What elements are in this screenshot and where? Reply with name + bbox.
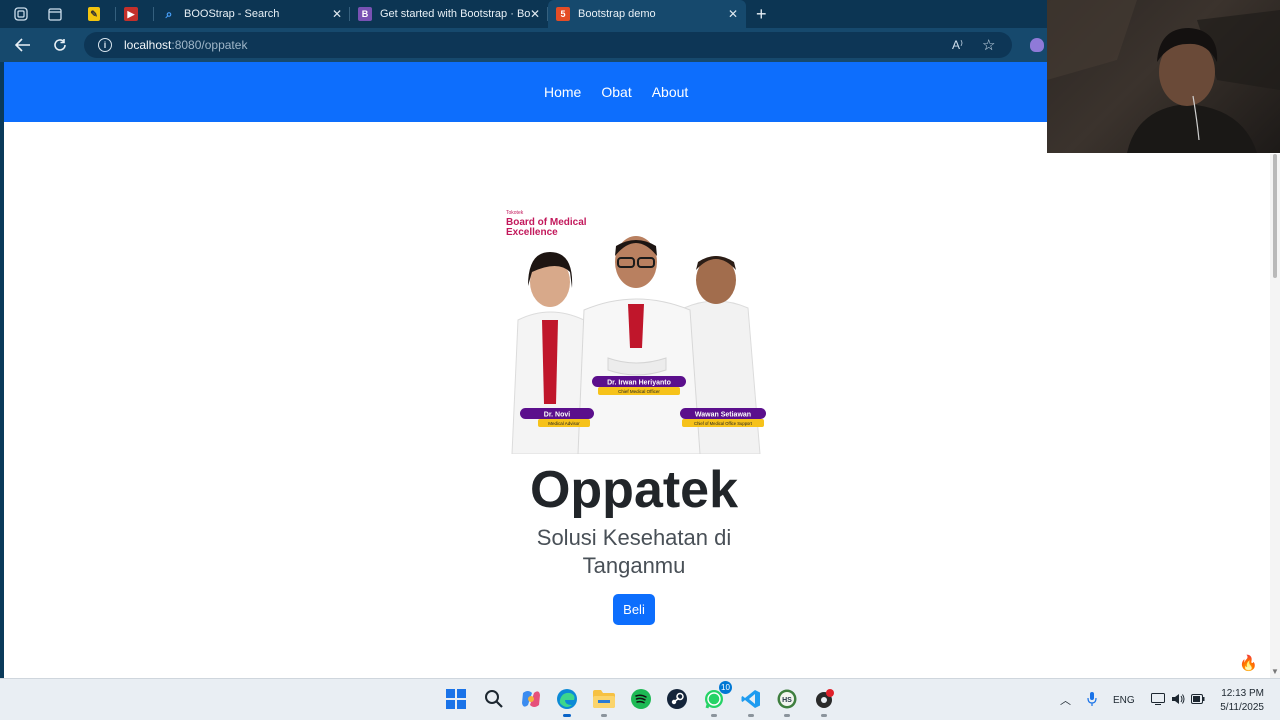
vertical-scrollbar[interactable]: ▼ — [1270, 154, 1280, 678]
address-url[interactable]: localhost:8080/oppatek — [124, 38, 247, 52]
arrow-left-icon — [15, 38, 30, 52]
battery-icon[interactable] — [1190, 693, 1205, 707]
search-icon[interactable] — [482, 687, 506, 711]
search-icon: ⌕ — [165, 6, 173, 21]
flame-icon[interactable]: 🔥 — [1239, 654, 1258, 672]
buy-button[interactable]: Beli — [613, 594, 655, 625]
image-brand-title-2: Excellence — [506, 227, 558, 238]
webcam-person-image — [1047, 0, 1280, 153]
svg-text:Dr. Irwan Heriyanto: Dr. Irwan Heriyanto — [607, 380, 671, 387]
clock[interactable]: 12:13 PM 5/11/2025 — [1220, 687, 1264, 715]
hero-image: Tokotek Board of Medical Excellence Dr. … — [506, 210, 766, 454]
start-icon[interactable] — [444, 687, 468, 711]
file-explorer-icon[interactable] — [592, 687, 616, 717]
badge-dr-irwan: Dr. Irwan Heriyanto Chief Medical Office… — [592, 376, 686, 395]
favorite-star-icon[interactable]: ☆ — [982, 36, 995, 54]
steam-icon[interactable] — [665, 687, 689, 711]
vscode-icon[interactable] — [739, 687, 763, 717]
system-tray: ︿ ENG — [1060, 679, 1205, 720]
bootstrap-icon: B — [358, 7, 372, 21]
tab-title: Get started with Bootstrap · Bootstrap — [380, 8, 530, 20]
notification-count-badge: 10 — [719, 681, 732, 694]
nav-links: Home Obat About — [544, 62, 708, 122]
workspaces-icon[interactable] — [10, 3, 32, 25]
whatsapp-icon[interactable]: 10 — [702, 681, 732, 717]
nav-link-home[interactable]: Home — [544, 84, 581, 100]
back-button[interactable] — [9, 31, 37, 59]
volume-icon[interactable] — [1171, 693, 1185, 708]
edge-icon[interactable] — [555, 687, 579, 717]
tab-actions-icon[interactable] — [44, 3, 66, 25]
taskbar: 10 HS ︿ ENG 12:13 PM 5/11/2025 — [0, 678, 1280, 720]
microphone-icon[interactable] — [1087, 691, 1097, 709]
badge-wawan: Wawan Setiawan Chief of Medical Office S… — [680, 408, 766, 427]
refresh-icon — [54, 39, 66, 51]
html5-icon: 5 — [556, 7, 570, 21]
image-brand-small: Tokotek — [506, 210, 524, 216]
youtube-icon: ▶ — [124, 7, 138, 21]
spotify-icon[interactable] — [629, 687, 653, 711]
tab-bootstrap-demo[interactable]: 5 Bootstrap demo ✕ — [548, 0, 746, 28]
scroll-thumb[interactable] — [1273, 154, 1277, 278]
svg-text:Chief of Medical Office Suppor: Chief of Medical Office Support — [694, 421, 753, 426]
person-center — [577, 236, 701, 454]
svg-text:Chief Medical Officer: Chief Medical Officer — [618, 389, 660, 394]
network-icon[interactable] — [1150, 692, 1165, 708]
clock-date: 5/11/2025 — [1220, 702, 1264, 713]
close-icon[interactable]: ✕ — [332, 7, 342, 21]
tab-search[interactable]: ⌕ BOOStrap - Search ✕ — [154, 0, 350, 28]
read-aloud-icon[interactable]: A⁾ — [952, 38, 963, 52]
refresh-button[interactable] — [46, 31, 74, 59]
hs-app-icon[interactable]: HS — [775, 687, 799, 717]
tab-pinned-1[interactable]: ✎ — [80, 0, 116, 28]
tab-title: BOOStrap - Search — [184, 8, 280, 20]
page-viewport: Home Obat About Tokotek Board of Medical… — [4, 62, 1280, 678]
svg-text:HS: HS — [782, 697, 792, 704]
info-icon[interactable]: i — [98, 38, 112, 52]
chevron-up-icon[interactable]: ︿ — [1060, 692, 1071, 708]
extension-icon[interactable] — [1030, 38, 1044, 52]
nav-link-obat[interactable]: Obat — [601, 84, 631, 100]
address-bar[interactable]: i localhost:8080/oppatek A⁾ ☆ — [84, 32, 1012, 58]
tab-bootstrap-docs[interactable]: B Get started with Bootstrap · Bootstrap… — [350, 0, 548, 28]
svg-text:Wawan Setiawan: Wawan Setiawan — [695, 412, 751, 419]
webcam-overlay — [1047, 0, 1280, 153]
tab-pinned-2[interactable]: ▶ — [116, 0, 154, 28]
nav-link-about[interactable]: About — [652, 84, 689, 100]
scroll-down-icon[interactable]: ▼ — [1271, 667, 1279, 676]
notification-app-icon[interactable] — [812, 687, 836, 717]
hero-title: Oppatek — [529, 461, 739, 519]
tab-title: Bootstrap demo — [578, 8, 656, 20]
new-tab-button[interactable]: + — [756, 4, 767, 25]
language-indicator[interactable]: ENG — [1113, 695, 1135, 706]
hero-subtitle: Solusi Kesehatan di Tanganmu — [536, 525, 732, 578]
svg-text:Medical Advisor: Medical Advisor — [548, 421, 580, 426]
close-icon[interactable]: ✕ — [728, 7, 738, 21]
copilot-icon[interactable] — [519, 687, 543, 711]
clock-time: 12:13 PM — [1221, 688, 1264, 699]
svg-text:Dr. Novi: Dr. Novi — [544, 412, 571, 419]
close-icon[interactable]: ✕ — [530, 7, 540, 21]
sticky-note-icon: ✎ — [88, 7, 100, 21]
